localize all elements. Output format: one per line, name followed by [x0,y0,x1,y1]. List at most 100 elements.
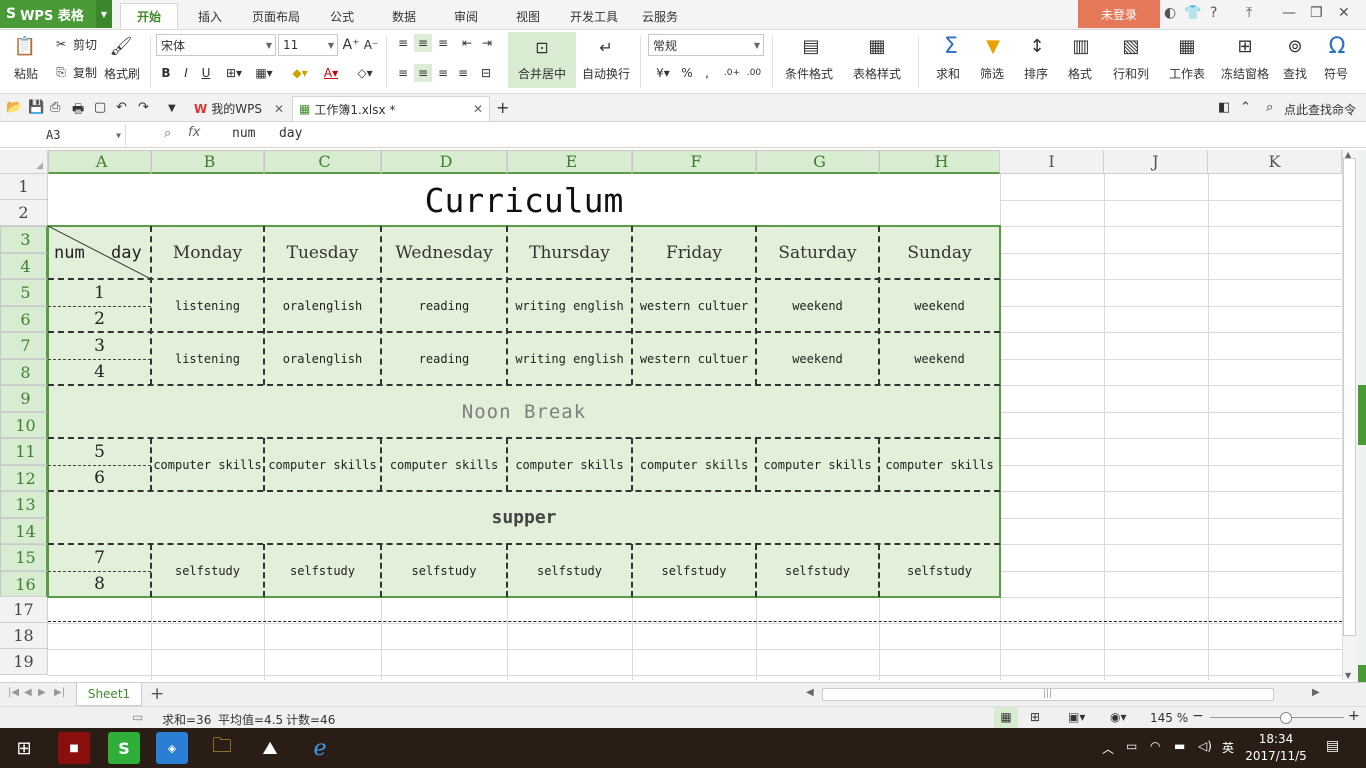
worksheet-button[interactable]: 工作表 [1160,64,1214,82]
page-break-view-icon[interactable]: ⊞ [1030,710,1040,724]
command-search[interactable]: 点此查找命令 [1284,101,1356,118]
row-header-6[interactable]: 6 [0,306,48,332]
schedule-cell[interactable]: selfstudy [151,544,264,597]
border-icon[interactable]: ⊞▾ [222,64,246,82]
align-center-icon[interactable]: ≡ [414,64,432,82]
currency-icon[interactable]: ¥▾ [650,64,676,82]
supper-cell[interactable]: supper [48,491,1000,544]
tab-view[interactable]: 视图 [504,3,552,29]
sort-icon[interactable]: ↕ [1024,34,1050,58]
row-header-11[interactable]: 11 [0,438,48,465]
row-col-button[interactable]: 行和列 [1104,64,1158,82]
app-menu-button[interactable]: S WPS 表格 ▼ [0,0,112,28]
tab-review[interactable]: 审阅 [442,3,490,29]
schedule-cell[interactable]: listening [151,332,264,385]
day-header-monday[interactable]: Monday [151,226,264,279]
schedule-cell[interactable]: oralenglish [264,279,381,332]
copy-icon[interactable]: ⎘ [52,64,70,80]
vertical-scroll-thumb[interactable] [1343,158,1356,636]
schedule-cell[interactable]: oralenglish [264,332,381,385]
row-header-19[interactable]: 19 [0,649,48,675]
session-number-1[interactable]: 1 [48,279,151,306]
session-number-3[interactable]: 3 [48,332,151,359]
open-icon[interactable]: 📂 [6,100,22,115]
tab-data[interactable]: 数据 [380,3,428,29]
undo-icon[interactable]: ↶ [116,100,127,115]
schedule-cell[interactable]: selfstudy [381,544,507,597]
session-number-6[interactable]: 6 [48,465,151,491]
zoom-level[interactable]: 145 % [1150,711,1188,725]
merge-center-button[interactable]: ⊡ 合并居中 [508,32,576,88]
row-header-5[interactable]: 5 [0,279,48,306]
row-header-8[interactable]: 8 [0,359,48,385]
schedule-cell[interactable]: computer skills [632,438,756,491]
sheet-nav-first-icon[interactable]: |◀ [8,687,19,698]
chevron-down-icon[interactable]: ▼ [116,131,121,140]
day-header-thursday[interactable]: Thursday [507,226,632,279]
format-icon[interactable]: ▥ [1068,34,1094,58]
row-header-16[interactable]: 16 [0,571,48,597]
find-button[interactable]: 查找 [1276,64,1314,82]
font-size-select[interactable]: 11 ▼ [278,34,338,56]
help-icon[interactable]: ? [1210,5,1217,21]
tab-formula[interactable]: 公式 [318,3,366,29]
row-header-12[interactable]: 12 [0,465,48,491]
format-painter-button[interactable]: 格式刷 [102,64,142,82]
sheet-nav-last-icon[interactable]: ▶| [54,687,65,698]
bold-icon[interactable]: B [158,64,174,82]
schedule-cell[interactable]: weekend [756,332,879,385]
doc-tab-mywps[interactable]: W 我的WPS ✕ [188,96,288,121]
column-header-a[interactable]: A [48,150,151,174]
chevron-down-icon[interactable]: ▼ [168,103,176,114]
column-header-d[interactable]: D [381,150,507,174]
schedule-cell[interactable]: reading [381,279,507,332]
fill-pattern-icon[interactable]: ▦▾ [252,64,276,82]
align-top-icon[interactable]: ≡ [394,34,412,52]
session-number-4[interactable]: 4 [48,359,151,385]
cut-button[interactable]: 剪切 [70,36,100,52]
print-icon[interactable]: 🖶 [72,100,84,122]
column-header-g[interactable]: G [756,150,879,174]
internet-explorer-icon[interactable]: ℯ [304,732,336,764]
name-box[interactable]: A3 ▼ [0,124,126,146]
print-preview-icon[interactable]: ▢ [94,100,106,115]
tab-insert[interactable]: 插入 [184,3,236,29]
page-layout-view-icon[interactable]: ▣▾ [1068,710,1085,724]
table-style-button[interactable]: 表格样式 [846,64,908,82]
percent-button[interactable]: % [680,64,694,82]
schedule-cell[interactable]: writing english [507,332,632,385]
tab-page-layout[interactable]: 页面布局 [244,3,308,29]
minimize-icon[interactable]: — [1282,5,1296,21]
sort-button[interactable]: 排序 [1016,64,1056,82]
sum-icon[interactable]: Σ [938,34,964,59]
filter-button[interactable]: 筛选 [972,64,1012,82]
distribute-icon[interactable]: ⊟ [476,64,496,82]
format-painter-icon[interactable]: 🖌 [108,34,134,58]
schedule-cell[interactable]: weekend [879,332,1000,385]
system-clock[interactable]: 18:34 2017/11/5 [1236,731,1316,765]
format-button[interactable]: 格式 [1060,64,1100,82]
row-header-17[interactable]: 17 [0,597,48,623]
new-tab-icon[interactable]: + [496,98,509,117]
collapse-ribbon-icon[interactable]: ⌃ [1240,100,1251,115]
schedule-cell[interactable]: weekend [756,279,879,332]
schedule-cell[interactable]: computer skills [381,438,507,491]
align-right-icon[interactable]: ≡ [434,64,452,82]
session-number-7[interactable]: 7 [48,544,151,571]
row-header-4[interactable]: 4 [0,253,48,279]
conditional-format-icon[interactable]: ▤ [798,34,824,58]
row-header-7[interactable]: 7 [0,332,48,359]
row-header-1[interactable]: 1 [0,174,48,200]
row-header-10[interactable]: 10 [0,412,48,438]
close-icon[interactable]: ✕ [1338,5,1350,21]
row-header-13[interactable]: 13 [0,491,48,518]
notification-icon[interactable]: ▤ [1326,738,1339,754]
schedule-cell[interactable]: weekend [879,279,1000,332]
chevron-down-icon[interactable]: ▼ [96,0,112,28]
noon-break-cell[interactable]: Noon Break [48,385,1000,438]
session-number-2[interactable]: 2 [48,306,151,332]
number-format-select[interactable]: 常规 ▼ [648,34,764,56]
scroll-left-icon[interactable]: ◀ [806,687,814,698]
session-number-8[interactable]: 8 [48,571,151,597]
wifi-icon[interactable]: ◠ [1150,739,1160,753]
